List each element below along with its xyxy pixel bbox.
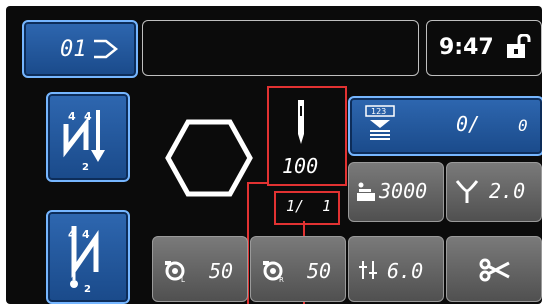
needle-icon [298, 100, 304, 144]
tension-right-button[interactable]: R 50 [250, 236, 346, 302]
svg-text:L: L [181, 276, 185, 283]
svg-text:123: 123 [371, 107, 386, 116]
sewing-panel-screen: 01 9:47 4 4 2 4 4 2 100 1/ 1 123 0/ 0 30… [6, 6, 542, 304]
svg-text:4: 4 [68, 110, 76, 123]
tension-right-icon: R [263, 261, 284, 283]
svg-text:2: 2 [82, 162, 89, 173]
step-counter-value: 1/ 1 [286, 197, 332, 215]
end-backtack-icon: 4 4 2 [68, 226, 99, 295]
bobbin-counter-limit: 0 [518, 116, 528, 135]
feed-value: 6.0 [387, 259, 424, 283]
stitch-count-value: 100 [282, 154, 319, 178]
pattern-arrow-icon [94, 39, 119, 59]
callout-connector [247, 182, 269, 184]
thread-trim-button[interactable] [446, 236, 542, 302]
svg-text:R: R [279, 276, 284, 283]
svg-text:4: 4 [82, 228, 90, 241]
message-display [142, 20, 419, 76]
unlock-icon [507, 34, 531, 58]
step-counter-highlight: 1/ 1 [274, 191, 340, 225]
end-mode-button[interactable]: 4 4 2 [46, 210, 130, 304]
bobbin-counter-button[interactable]: 123 0/ 0 [348, 96, 542, 156]
tension-left-icon: L [165, 261, 185, 283]
speed-icon [357, 182, 375, 201]
stitch-length-icon [455, 180, 479, 203]
pattern-number: 01 [60, 37, 87, 62]
clock-panel[interactable]: 9:47 [426, 20, 542, 76]
speed-button[interactable]: 3000 [348, 162, 444, 222]
feed-icon [359, 261, 377, 279]
start-mode-button[interactable]: 4 4 2 [46, 92, 130, 182]
start-backtack-icon: 4 4 2 [63, 110, 105, 173]
hexagon-pattern-icon [165, 119, 253, 197]
tension-left-button[interactable]: L 50 [152, 236, 248, 302]
stitch-length-value: 2.0 [489, 179, 526, 203]
speed-value: 3000 [379, 179, 428, 203]
svg-text:2: 2 [84, 284, 91, 295]
tension-left-value: 50 [209, 259, 234, 283]
bobbin-counter-value: 0/ [456, 112, 481, 136]
clock-time: 9:47 [439, 35, 494, 60]
tension-right-value: 50 [307, 259, 332, 283]
stitch-length-button[interactable]: 2.0 [446, 162, 542, 222]
feed-button[interactable]: 6.0 [348, 236, 444, 302]
bobbin-counter-icon: 123 [365, 105, 395, 140]
scissors-icon [479, 258, 510, 282]
pattern-select-button[interactable]: 01 [22, 20, 138, 78]
